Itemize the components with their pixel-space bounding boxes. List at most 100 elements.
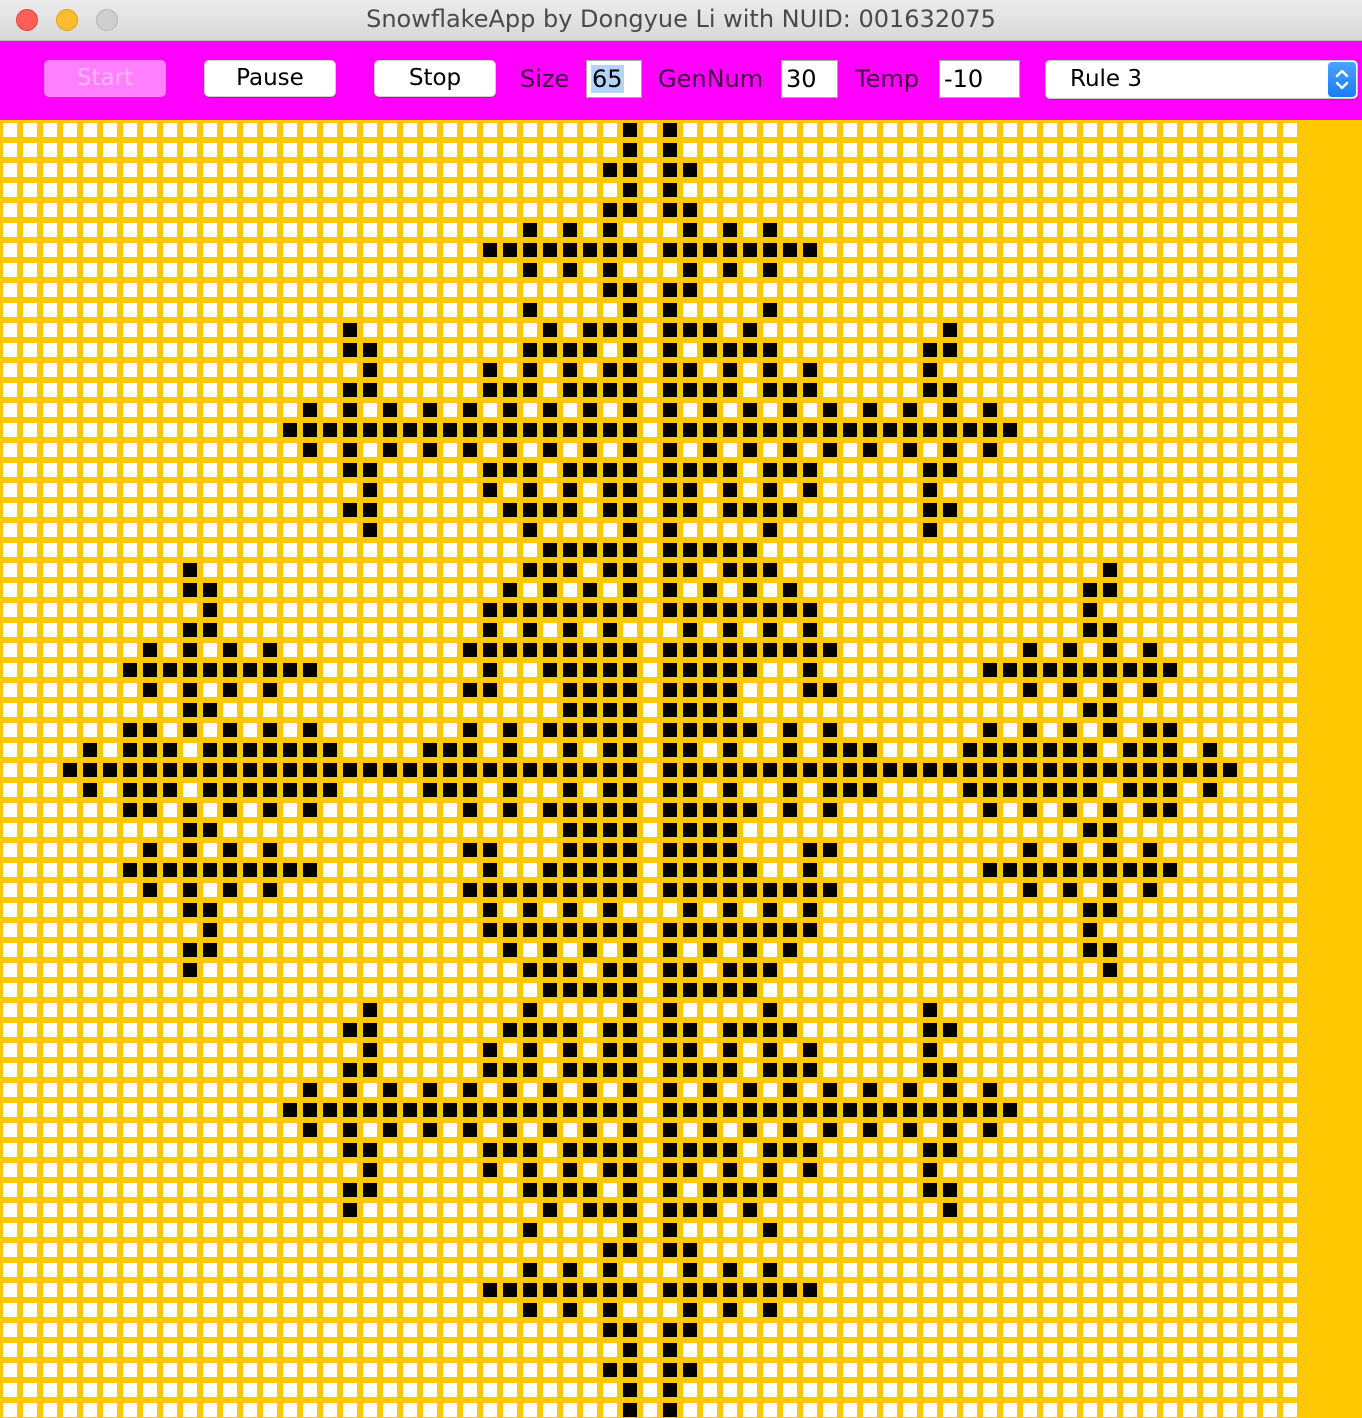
frozen-cell	[663, 823, 677, 837]
empty-cell	[43, 303, 57, 317]
empty-cell	[1123, 1363, 1137, 1377]
frozen-cell	[523, 923, 537, 937]
empty-cell	[63, 323, 77, 337]
empty-cell	[1043, 723, 1057, 737]
empty-cell	[103, 1163, 117, 1177]
stop-button[interactable]: Stop	[374, 60, 496, 97]
empty-cell	[383, 343, 397, 357]
empty-cell	[123, 1303, 137, 1317]
empty-cell	[1143, 403, 1157, 417]
empty-cell	[723, 203, 737, 217]
empty-cell	[143, 1343, 157, 1357]
empty-cell	[383, 943, 397, 957]
frozen-cell	[603, 1203, 617, 1217]
empty-cell	[383, 583, 397, 597]
frozen-cell	[623, 723, 637, 737]
empty-cell	[723, 1203, 737, 1217]
empty-cell	[263, 903, 277, 917]
empty-cell	[723, 583, 737, 597]
frozen-cell	[903, 423, 917, 437]
frozen-cell	[703, 823, 717, 837]
size-input[interactable]: 65	[586, 60, 642, 98]
empty-cell	[483, 983, 497, 997]
empty-cell	[103, 963, 117, 977]
empty-cell	[1083, 883, 1097, 897]
empty-cell	[643, 1383, 657, 1397]
empty-cell	[83, 443, 97, 457]
frozen-cell	[783, 1103, 797, 1117]
empty-cell	[543, 1323, 557, 1337]
empty-cell	[1063, 583, 1077, 597]
empty-cell	[883, 603, 897, 617]
empty-cell	[223, 1183, 237, 1197]
empty-cell	[223, 1223, 237, 1237]
empty-cell	[343, 583, 357, 597]
empty-cell	[103, 603, 117, 617]
frozen-cell	[483, 483, 497, 497]
empty-cell	[1063, 1083, 1077, 1097]
empty-cell	[643, 1023, 657, 1037]
empty-cell	[1203, 483, 1217, 497]
temp-input[interactable]: -10	[939, 60, 1020, 98]
empty-cell	[303, 623, 317, 637]
gennum-input[interactable]: 30	[781, 60, 838, 98]
empty-cell	[1003, 563, 1017, 577]
frozen-cell	[343, 503, 357, 517]
pause-button[interactable]: Pause	[204, 60, 336, 97]
empty-cell	[483, 1123, 497, 1137]
empty-cell	[903, 1003, 917, 1017]
frozen-cell	[763, 903, 777, 917]
frozen-cell	[663, 1103, 677, 1117]
frozen-cell	[763, 503, 777, 517]
empty-cell	[1103, 123, 1117, 137]
frozen-cell	[623, 1203, 637, 1217]
empty-cell	[983, 1303, 997, 1317]
empty-cell	[503, 283, 517, 297]
empty-cell	[243, 223, 257, 237]
empty-cell	[823, 523, 837, 537]
empty-cell	[943, 903, 957, 917]
frozen-cell	[1083, 863, 1097, 877]
empty-cell	[883, 1163, 897, 1177]
rule-select[interactable]: Rule 3	[1045, 60, 1358, 99]
frozen-cell	[663, 1203, 677, 1217]
empty-cell	[183, 1283, 197, 1297]
empty-cell	[483, 1223, 497, 1237]
empty-cell	[803, 543, 817, 557]
empty-cell	[783, 703, 797, 717]
empty-cell	[43, 803, 57, 817]
empty-cell	[543, 163, 557, 177]
frozen-cell	[1163, 723, 1177, 737]
empty-cell	[223, 1043, 237, 1057]
empty-cell	[223, 583, 237, 597]
frozen-cell	[1083, 923, 1097, 937]
empty-cell	[1243, 1403, 1257, 1417]
frozen-cell	[1143, 883, 1157, 897]
frozen-cell	[603, 263, 617, 277]
empty-cell	[863, 923, 877, 937]
frozen-cell	[563, 243, 577, 257]
empty-cell	[863, 703, 877, 717]
empty-cell	[1203, 323, 1217, 337]
empty-cell	[1223, 243, 1237, 257]
empty-cell	[283, 543, 297, 557]
empty-cell	[363, 443, 377, 457]
empty-cell	[1043, 1403, 1057, 1417]
frozen-cell	[623, 1163, 637, 1177]
empty-cell	[243, 983, 257, 997]
frozen-cell	[843, 783, 857, 797]
empty-cell	[323, 1243, 337, 1257]
empty-cell	[1123, 883, 1137, 897]
empty-cell	[563, 403, 577, 417]
empty-cell	[603, 1343, 617, 1357]
frozen-cell	[343, 1063, 357, 1077]
empty-cell	[283, 823, 297, 837]
empty-cell	[1003, 523, 1017, 537]
frozen-cell	[663, 1403, 677, 1417]
frozen-cell	[263, 763, 277, 777]
empty-cell	[283, 123, 297, 137]
empty-cell	[223, 203, 237, 217]
empty-cell	[1203, 1263, 1217, 1277]
frozen-cell	[1003, 763, 1017, 777]
frozen-cell	[623, 243, 637, 257]
